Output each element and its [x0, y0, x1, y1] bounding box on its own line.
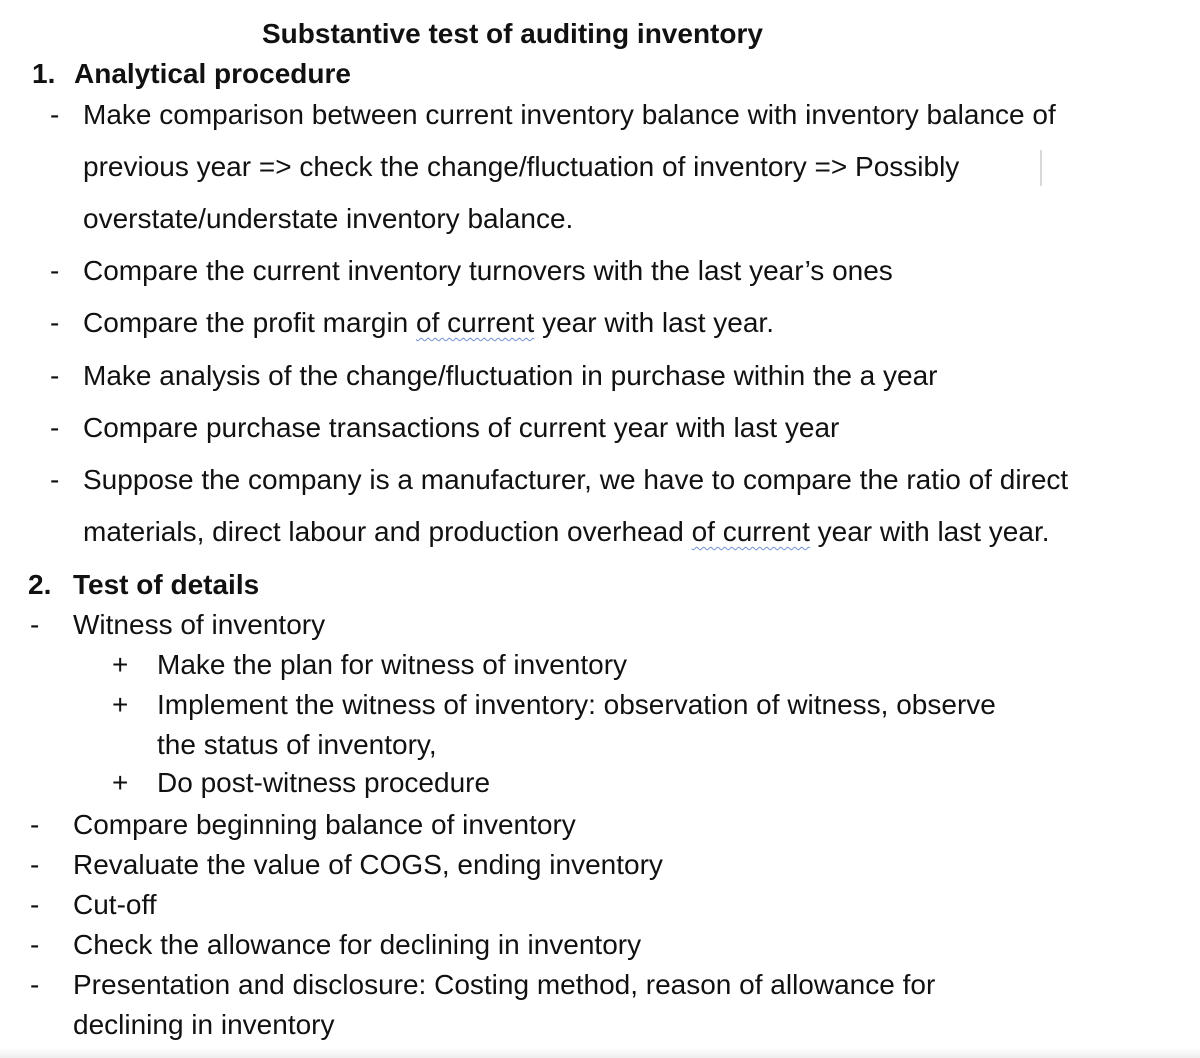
item-text: Compare the profit margin of current yea… [83, 307, 774, 339]
item-text: Check the allowance for declining in inv… [73, 929, 642, 960]
sub-item-text: Do post-witness procedure [157, 767, 491, 798]
bullet-plus: + [112, 689, 129, 720]
bullet-dash: - [50, 307, 60, 338]
item-text: Compare purchase transactions of current… [83, 412, 840, 443]
item-text: Compare the current inventory turnovers … [83, 255, 893, 286]
item-text: Witness of inventory [73, 609, 326, 640]
item-text: Revaluate the value of COGS, ending inve… [73, 849, 663, 880]
item-text-line: previous year => check the change/fluctu… [83, 151, 960, 182]
section-2-number: 2. [28, 569, 52, 600]
item-text-pre: materials, direct labour and production … [83, 516, 692, 547]
section-1-heading: Analytical procedure [74, 58, 351, 89]
grammar-flagged-text[interactable]: of current [416, 307, 534, 338]
item-text-pre: Compare the profit margin [83, 307, 417, 338]
bullet-dash: - [30, 849, 40, 880]
bullet-dash: - [30, 969, 40, 1000]
sub-item-text: Make the plan for witness of inventory [157, 649, 628, 680]
item-text-line: Suppose the company is a manufacturer, w… [83, 464, 1069, 495]
bullet-dash: - [30, 889, 40, 920]
item-text-post: year with last year. [534, 307, 774, 338]
section-2-heading: Test of details [73, 569, 260, 600]
item-text: Cut-off [73, 889, 157, 920]
bullet-dash: - [50, 99, 60, 130]
grammar-flagged-text[interactable]: of current [692, 516, 810, 547]
document-title: Substantive test of auditing inventory [262, 18, 763, 49]
item-text-line: materials, direct labour and production … [83, 516, 1050, 548]
item-text-line: overstate/understate inventory balance. [83, 203, 574, 234]
bullet-dash: - [30, 809, 40, 840]
bullet-dash: - [50, 412, 60, 443]
item-text: Make analysis of the change/fluctuation … [83, 360, 938, 391]
item-text: Compare beginning balance of inventory [73, 809, 576, 840]
bullet-dash: - [30, 609, 40, 640]
bullet-dash: - [30, 929, 40, 960]
item-text-line: Presentation and disclosure: Costing met… [73, 969, 936, 1000]
section-1-number: 1. [32, 58, 56, 89]
bullet-plus: + [112, 649, 129, 680]
text-cursor [1040, 150, 1042, 186]
sub-item-text-line: the status of inventory, [157, 729, 437, 760]
bullet-dash: - [50, 464, 60, 495]
item-text-line: Make comparison between current inventor… [83, 99, 1056, 130]
bullet-dash: - [50, 360, 60, 391]
sub-item-text-line: Implement the witness of inventory: obse… [157, 689, 996, 720]
bullet-plus: + [112, 767, 129, 798]
item-text-line: declining in inventory [73, 1009, 335, 1040]
item-text-post: year with last year. [809, 516, 1050, 547]
bullet-dash: - [50, 255, 60, 286]
page-bottom-edge [0, 1048, 1200, 1058]
